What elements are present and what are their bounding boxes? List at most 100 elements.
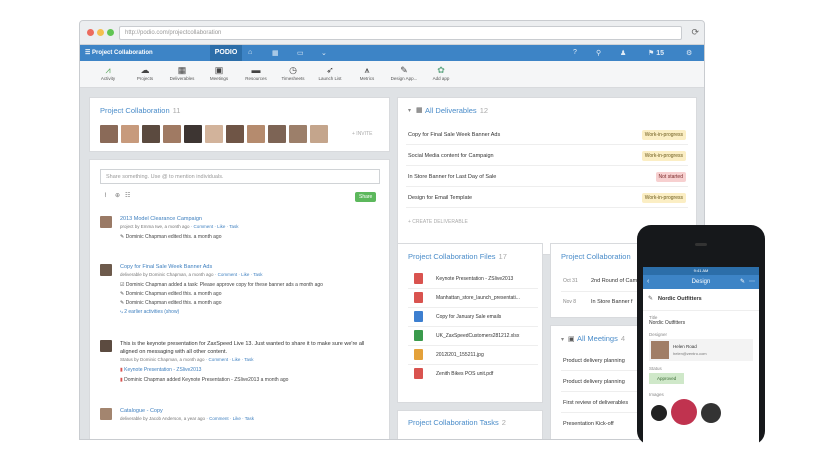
tasks-title[interactable]: Project Collaboration Tasks 2: [408, 418, 506, 427]
app-label: Metrics: [359, 76, 375, 81]
status-badge: Work-in-progress: [641, 193, 686, 203]
link-icon[interactable]: ⊕: [115, 192, 120, 199]
member-avatar[interactable]: [310, 125, 328, 143]
file-item[interactable]: Keynote Presentation - ZSlive2013: [408, 270, 538, 289]
app-metrics[interactable]: ⩚ Metrics: [349, 65, 385, 81]
activity-edit-text: Dominic Chapman added Keynote Presentati…: [124, 377, 289, 383]
workspace-name: Project Collaboration: [92, 50, 153, 56]
activity-title[interactable]: 2013 Model Clearance Campaign: [120, 216, 202, 222]
list-icon[interactable]: ☷: [125, 192, 130, 199]
field-label: Status: [649, 366, 662, 371]
app-design[interactable]: ✎ Design App...: [386, 65, 422, 81]
search-icon[interactable]: ⚲: [596, 49, 601, 57]
reload-icon[interactable]: ⟳: [691, 27, 699, 38]
more-icon[interactable]: ⋯: [749, 278, 755, 285]
activity-sub: Status by Dominic Chapman, a month ago: [120, 357, 205, 362]
member-avatar[interactable]: [226, 125, 244, 143]
member-avatar[interactable]: [142, 125, 160, 143]
activity-links[interactable]: · Comment · Like · Task: [215, 272, 263, 277]
activity-meta: Status by Dominic Chapman, a month ago ·…: [120, 357, 254, 362]
status-badge[interactable]: Approved: [649, 373, 685, 384]
activity-edit-text: Dominic Chapman edited this. a month ago: [125, 234, 222, 240]
deliverable-row[interactable]: Copy for Final Sale Week Banner Ads Work-…: [406, 125, 688, 145]
file-item[interactable]: Manhattan_store_launch_presentati...: [408, 289, 538, 308]
gallery-image[interactable]: [671, 399, 697, 425]
deliverable-row[interactable]: In Store Banner for Last Day of Sale Not …: [406, 167, 688, 187]
member-avatar[interactable]: [268, 125, 286, 143]
gallery-image[interactable]: [701, 403, 721, 423]
file-item[interactable]: Zenith Bikes POS unit.pdf: [408, 365, 538, 384]
create-deliverable-link[interactable]: + CREATE DELIVERABLE: [408, 219, 468, 225]
file-item[interactable]: UK_ZaxSpeedCustomers281212.xlsx: [408, 327, 538, 346]
file-name: Copy for January Sale emails: [436, 314, 502, 320]
member-avatar[interactable]: [247, 125, 265, 143]
meeting-name: First review of deliverables: [563, 400, 629, 406]
app-resources[interactable]: ▬ Resources: [238, 65, 274, 81]
gallery-image[interactable]: [651, 405, 667, 421]
app-launch-list[interactable]: ➶ Launch List: [312, 65, 348, 81]
member-avatar[interactable]: [289, 125, 307, 143]
calendar-title[interactable]: Project Collaboration: [561, 252, 631, 261]
file-icon: ▮: [120, 377, 123, 383]
contacts-icon[interactable]: ♟: [620, 49, 626, 57]
share-input[interactable]: Share something. Use @ to mention indivi…: [100, 169, 380, 184]
member-avatar[interactable]: [205, 125, 223, 143]
app-add[interactable]: ✿ Add app: [423, 65, 459, 81]
app-meetings[interactable]: ▣ Meetings: [201, 65, 237, 81]
activity-title[interactable]: Catalogue - Copy: [120, 408, 163, 414]
notifications-icon[interactable]: ⚑ 15: [648, 49, 664, 57]
tasks-title-text: Project Collaboration Tasks: [408, 418, 499, 427]
share-button[interactable]: Share: [355, 192, 377, 202]
chevron-down-icon[interactable]: ▾: [408, 107, 411, 114]
home-icon[interactable]: ⌂: [248, 49, 252, 56]
help-icon[interactable]: ?: [573, 49, 577, 56]
file-name: Manhattan_store_launch_presentati...: [436, 295, 520, 301]
deliverables-title[interactable]: All Deliverables 12: [425, 106, 488, 115]
member-avatar[interactable]: [163, 125, 181, 143]
event-title: In Store Banner f: [591, 299, 633, 305]
grid-icon[interactable]: ▦: [272, 49, 279, 57]
activity-links[interactable]: · Comment · Like · Task: [206, 357, 254, 362]
app-projects[interactable]: ☁ Projects: [127, 65, 163, 81]
file-item[interactable]: Copy for January Sale emails: [408, 308, 538, 327]
avatar: [100, 408, 112, 420]
settings-icon[interactable]: ⚙: [686, 49, 692, 57]
designer-contact[interactable]: Helen Road helen@zentro.com: [649, 339, 753, 361]
podio-logo[interactable]: PODIO: [210, 45, 242, 61]
edit-icon[interactable]: ✎: [740, 278, 745, 285]
member-avatar[interactable]: [184, 125, 202, 143]
workspace-menu[interactable]: ☰ Project Collaboration: [85, 49, 153, 56]
chevron-down-icon[interactable]: ▾: [561, 336, 564, 343]
member-avatar[interactable]: [121, 125, 139, 143]
member-avatar[interactable]: [100, 125, 118, 143]
members-count: 11: [172, 106, 181, 115]
app-timesheets[interactable]: ◷ Timesheets: [275, 65, 311, 81]
attach-icon[interactable]: ⌇: [104, 192, 107, 199]
maximize-window-button[interactable]: [107, 29, 114, 36]
attached-file[interactable]: ▮ Keynote Presentation - ZSlive2013: [120, 367, 201, 373]
deliverable-row[interactable]: Social Media content for Campaign Work-in…: [406, 146, 688, 166]
app-deliverables[interactable]: ▦ Deliverables: [164, 65, 200, 81]
close-window-button[interactable]: [87, 29, 94, 36]
minimize-window-button[interactable]: [97, 29, 104, 36]
projects-icon: ☁: [140, 65, 150, 75]
app-label: Add app: [432, 76, 450, 81]
earlier-activities-text: 2 earlier activities (show): [124, 309, 180, 315]
members-title[interactable]: Project Collaboration 11: [100, 106, 180, 115]
meetings-title[interactable]: All Meetings 4: [577, 334, 625, 343]
chevron-down-icon[interactable]: ⌄: [321, 49, 327, 57]
calendar-icon[interactable]: ▭: [297, 49, 304, 57]
phone-time: 9:41 AM: [693, 268, 709, 273]
deliverable-row[interactable]: Design for Email Template Work-in-progres…: [406, 188, 688, 208]
earlier-activities-link[interactable]: ⤷ 2 earlier activities (show): [120, 309, 179, 315]
files-title[interactable]: Project Collaboration Files 17: [408, 252, 507, 261]
app-activity[interactable]: ⩘ Activity: [90, 65, 126, 81]
activity-title[interactable]: Copy for Final Sale Week Banner Ads: [120, 264, 212, 270]
invite-link[interactable]: + INVITE: [352, 131, 372, 137]
status-badge: Not started: [655, 172, 686, 182]
activity-links[interactable]: · Comment · Like · Task: [191, 224, 239, 229]
address-bar[interactable]: http://podio.com/projectcollaboration: [119, 26, 682, 40]
activity-links[interactable]: · Comment · Like · Task: [206, 416, 254, 421]
file-item[interactable]: 2012l201_155211.jpg: [408, 346, 538, 365]
deliverable-name: Copy for Final Sale Week Banner Ads: [408, 132, 501, 138]
